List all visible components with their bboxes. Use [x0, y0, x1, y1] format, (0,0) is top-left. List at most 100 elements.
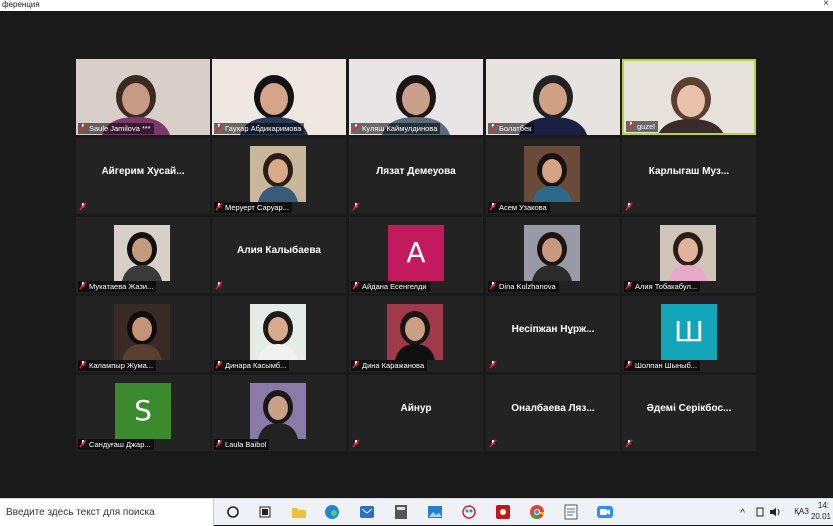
participant-label — [214, 281, 226, 292]
participant-tile[interactable]: Асем Узакова — [486, 138, 620, 214]
participant-tile[interactable]: Болатбек — [486, 59, 620, 135]
participant-tile[interactable]: Dina Kulzhanova — [486, 217, 620, 293]
participant-label — [351, 202, 363, 213]
participant-label: Мукатаева Жази... — [78, 281, 157, 292]
participant-center-name: Несіпжан Нұрж... — [511, 324, 595, 335]
participant-name: Гаухар Абдикаримова — [225, 124, 302, 133]
participant-avatar — [250, 383, 306, 439]
document-icon[interactable] — [562, 503, 580, 521]
participant-tile[interactable]: Куляш Каймулдинова — [349, 59, 483, 135]
calculator-icon[interactable] — [392, 503, 410, 521]
participant-tile[interactable]: A Айдана Есенгелди — [349, 217, 483, 293]
mic-muted-icon — [79, 202, 87, 214]
participant-tile[interactable]: Лязат Демеуова — [349, 138, 483, 214]
participant-tile[interactable]: Дина Каражанова — [349, 296, 483, 372]
participant-center-name: Оналбаева Ляз... — [511, 403, 595, 414]
participant-avatar — [387, 304, 443, 360]
edge-icon[interactable] — [323, 503, 341, 521]
mic-muted-icon — [352, 439, 360, 451]
participant-name: Алия Тобакабул... — [635, 282, 698, 291]
paint-icon[interactable] — [460, 503, 478, 521]
participant-name: Шолпан Шыныб... — [635, 361, 698, 370]
participant-tile[interactable]: Алия Тобакабул... — [622, 217, 756, 293]
participant-name: Сандуғаш Джар... — [89, 440, 151, 449]
participant-label — [351, 439, 363, 450]
mic-muted-icon — [489, 439, 497, 451]
mic-muted-icon — [215, 202, 223, 214]
participant-center-name: Айгерим Хусай... — [101, 166, 185, 177]
file-explorer-icon[interactable] — [290, 503, 308, 521]
mic-muted-icon — [352, 281, 360, 293]
participant-label: Меруерт Саруар... — [214, 202, 292, 213]
participant-center-name: Алия Калыбаева — [237, 245, 321, 256]
participant-label: Dina Kulzhanova — [488, 281, 559, 292]
mic-muted-icon — [625, 202, 633, 214]
participant-letter-avatar: S — [115, 383, 171, 439]
clock-time[interactable]: 14: — [818, 501, 829, 510]
mic-muted-icon — [79, 123, 87, 135]
mic-muted-icon — [625, 360, 633, 372]
close-icon[interactable]: × — [823, 0, 829, 9]
language-indicator[interactable]: ҚАЗ — [794, 507, 809, 516]
participant-tile[interactable]: Saule Jamilova *** — [76, 59, 210, 135]
taskbar-search-input[interactable]: Введите здесь текст для поиска — [0, 499, 214, 526]
participant-center-name: Карлыгаш Муз... — [648, 166, 730, 177]
photos-icon[interactable] — [426, 503, 444, 521]
task-view-icon[interactable] — [256, 503, 274, 521]
participant-name: Куляш Каймулдинова — [362, 124, 438, 133]
participant-label: guzel — [626, 121, 658, 132]
zoom-icon[interactable] — [596, 503, 614, 521]
participant-tile[interactable]: Гаухар Абдикаримова — [212, 59, 346, 135]
participant-center-name: Айнур — [400, 403, 432, 414]
participant-avatar — [250, 146, 306, 202]
participant-label: Куляш Каймулдинова — [351, 123, 441, 134]
participant-tile[interactable]: Динара Касымб... — [212, 296, 346, 372]
mic-muted-icon — [215, 123, 223, 135]
participant-name: Айдана Есенгелди — [362, 282, 427, 291]
participant-name: Калампыр Жума... — [89, 361, 154, 370]
participant-tile[interactable]: S Сандуғаш Джар... — [76, 375, 210, 451]
mail-icon[interactable] — [358, 503, 376, 521]
participant-avatar — [114, 225, 170, 281]
mic-muted-icon — [489, 123, 497, 135]
speaker-icon[interactable] — [769, 507, 781, 519]
participant-tile[interactable]: Мукатаева Жази... — [76, 217, 210, 293]
participant-label — [624, 439, 636, 450]
participant-letter-avatar: A — [388, 225, 444, 281]
mic-muted-icon — [215, 281, 223, 293]
clock-date[interactable]: 20.01 — [811, 512, 831, 521]
participant-tile[interactable]: Алия Калыбаева — [212, 217, 346, 293]
participant-label: Болатбек — [488, 123, 535, 135]
windows-taskbar: Введите здесь текст для поиска ^ ҚАЗ 14:… — [0, 498, 833, 526]
video-gallery: Saule Jamilova *** Гаухар Абдикаримова Кул… — [0, 11, 833, 495]
participant-label: Калампыр Жума... — [78, 360, 157, 372]
participant-name: guzel — [637, 122, 655, 131]
participant-tile[interactable]: Несіпжан Нұрж... — [486, 296, 620, 372]
participant-tile[interactable]: Laula Baibol — [212, 375, 346, 451]
participant-tile[interactable]: Ш Шолпан Шыныб... — [622, 296, 756, 372]
participant-name: Saule Jamilova *** — [89, 124, 151, 133]
red-app-icon[interactable] — [494, 503, 512, 521]
participant-label: Асем Узакова — [488, 202, 550, 213]
mic-muted-icon — [79, 360, 87, 372]
participant-avatar — [660, 225, 716, 281]
chrome-icon[interactable] — [528, 503, 546, 521]
participant-label — [488, 439, 500, 450]
participant-name: Динара Касымб... — [225, 361, 287, 370]
participant-tile[interactable]: Калампыр Жума... — [76, 296, 210, 372]
participant-name: Laula Baibol — [225, 440, 267, 449]
participant-label: Гаухар Абдикаримова — [214, 123, 305, 135]
participant-tile[interactable]: Айнур — [349, 375, 483, 451]
participant-tile[interactable]: Айгерим Хусай... — [76, 138, 210, 214]
chevron-up-icon[interactable]: ^ — [740, 508, 745, 519]
participant-tile[interactable]: Карлыгаш Муз... — [622, 138, 756, 214]
participant-tile[interactable]: Оналбаева Ляз... — [486, 375, 620, 451]
mic-muted-icon — [489, 360, 497, 372]
participant-tile[interactable]: Әдемі Серікбос... — [622, 375, 756, 451]
participant-label: Айдана Есенгелди — [351, 281, 430, 292]
participant-tile[interactable]: Меруерт Саруар... — [212, 138, 346, 214]
participant-tile[interactable]: guzel — [622, 59, 756, 135]
participant-label — [624, 202, 636, 213]
participant-label: Алия Тобакабул... — [624, 281, 701, 292]
start-search-circle-icon[interactable] — [224, 503, 242, 521]
